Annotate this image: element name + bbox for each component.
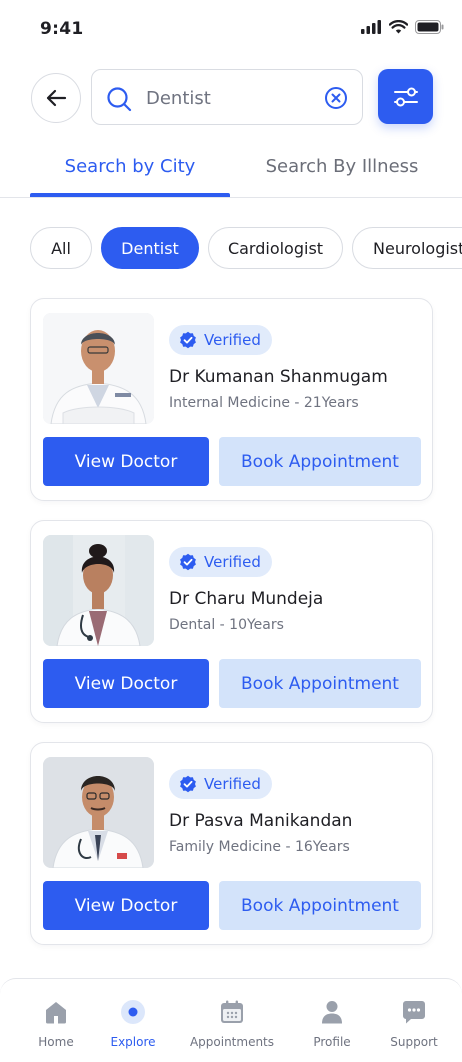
doctor-photo (43, 757, 154, 868)
explore-icon (121, 1000, 145, 1024)
view-doctor-button[interactable]: View Doctor (43, 659, 209, 708)
verified-check-icon (180, 775, 196, 793)
nav-label-home: Home (38, 1035, 74, 1049)
nav-item-profile[interactable]: Profile (287, 997, 377, 1049)
status-bar: 9:41 (0, 0, 462, 60)
doctor-specialty: Family Medicine - 16Years (169, 839, 350, 855)
doctor-photo (43, 313, 154, 424)
bottom-nav: Home Explore Appointments Profile Suppor… (0, 978, 462, 1062)
person-icon (322, 1001, 342, 1024)
specialty-chips: All Dentist Cardiologist Neurologist (0, 227, 462, 269)
doctor-name: Dr Kumanan Shanmugam (169, 367, 388, 387)
status-icons (361, 20, 444, 34)
chip-all[interactable]: All (30, 227, 92, 269)
search-input[interactable] (146, 83, 316, 113)
arrow-left-icon (46, 89, 67, 107)
book-appointment-button[interactable]: Book Appointment (219, 437, 421, 486)
chat-icon (403, 1001, 425, 1024)
clear-icon[interactable] (324, 86, 348, 110)
chip-cardiologist[interactable]: Cardiologist (208, 227, 343, 269)
filter-button[interactable] (378, 69, 433, 124)
view-doctor-button[interactable]: View Doctor (43, 437, 209, 486)
book-appointment-button[interactable]: Book Appointment (219, 881, 421, 930)
doctor-card: Verified Dr Kumanan Shanmugam Internal M… (30, 298, 433, 501)
signal-icon (361, 20, 381, 34)
book-appointment-button[interactable]: Book Appointment (219, 659, 421, 708)
battery-icon (415, 20, 444, 34)
header (0, 68, 462, 126)
tab-search-by-city[interactable]: Search by City (30, 156, 230, 177)
doctor-card: Verified Dr Pasva Manikandan Family Medi… (30, 742, 433, 945)
status-time: 9:41 (40, 19, 84, 39)
chip-dentist[interactable]: Dentist (101, 227, 199, 269)
nav-label-support: Support (390, 1035, 438, 1049)
nav-item-appointments[interactable]: Appointments (187, 997, 277, 1049)
tab-search-by-illness[interactable]: Search By Illness (250, 156, 434, 177)
chip-neurologist[interactable]: Neurologist (352, 227, 462, 269)
nav-label-profile: Profile (313, 1035, 351, 1049)
doctor-photo (43, 535, 154, 646)
nav-item-support[interactable]: Support (369, 997, 459, 1049)
filter-sliders-icon (393, 87, 418, 106)
nav-label-appointments: Appointments (189, 1035, 275, 1049)
verified-badge: Verified (169, 769, 272, 799)
home-icon (46, 1002, 66, 1024)
verified-label: Verified (204, 331, 261, 349)
wifi-icon (389, 20, 408, 34)
nav-item-explore[interactable]: Explore (88, 997, 178, 1049)
nav-label-explore: Explore (110, 1035, 156, 1049)
doctor-name: Dr Charu Mundeja (169, 589, 324, 609)
doctor-specialty: Dental - 10Years (169, 617, 284, 633)
verified-label: Verified (204, 775, 261, 793)
calendar-icon (221, 1000, 243, 1023)
search-icon (107, 87, 132, 112)
search-tabs: Search by City Search By Illness (0, 146, 462, 198)
verified-label: Verified (204, 553, 261, 571)
doctor-card: Verified Dr Charu Mundeja Dental - 10Yea… (30, 520, 433, 723)
verified-check-icon (180, 331, 196, 349)
doctor-name: Dr Pasva Manikandan (169, 811, 353, 831)
active-tab-indicator (30, 193, 230, 197)
search-box[interactable] (91, 69, 363, 125)
doctor-specialty: Internal Medicine - 21Years (169, 395, 359, 411)
verified-badge: Verified (169, 547, 272, 577)
back-button[interactable] (31, 73, 81, 123)
view-doctor-button[interactable]: View Doctor (43, 881, 209, 930)
verified-badge: Verified (169, 325, 272, 355)
verified-check-icon (180, 553, 196, 571)
